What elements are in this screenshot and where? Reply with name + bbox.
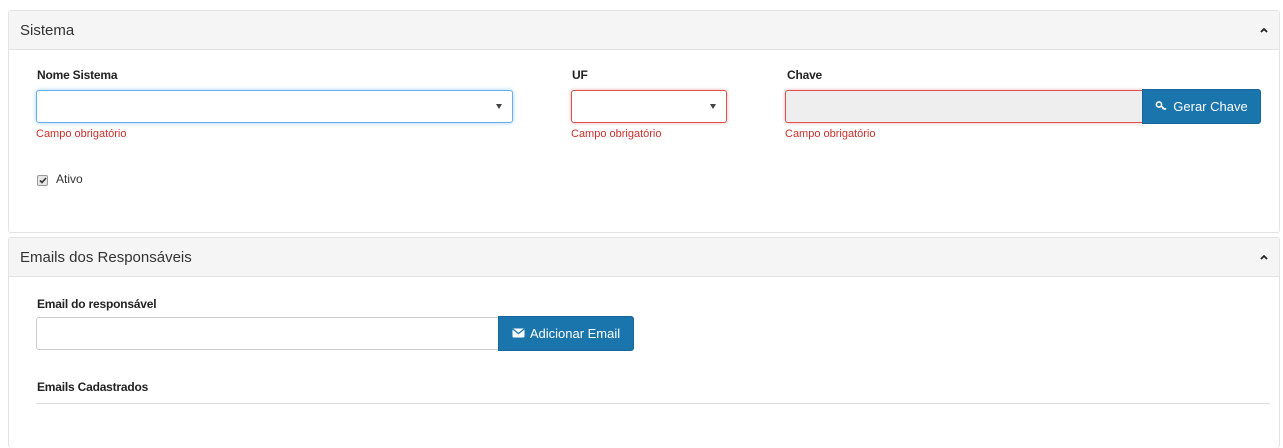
envelope-icon — [512, 326, 525, 341]
emails-panel-heading[interactable]: Emails dos Responsáveis — [9, 238, 1279, 277]
ativo-label: Ativo — [56, 172, 83, 186]
chave-label: Chave — [787, 68, 823, 82]
nome-sistema-error: Campo obrigatório — [36, 128, 127, 140]
sistema-panel-heading[interactable]: Sistema — [9, 11, 1279, 50]
dropdown-caret-icon — [496, 104, 502, 109]
adicionar-email-button[interactable]: Adicionar Email — [498, 316, 634, 351]
key-icon — [1155, 99, 1168, 114]
uf-error: Campo obrigatório — [571, 128, 662, 140]
sistema-panel-title: Sistema — [20, 21, 75, 39]
dropdown-caret-icon — [710, 104, 716, 109]
emails-cadastrados-label: Emails Cadastrados — [37, 380, 149, 394]
gerar-chave-label: Gerar Chave — [1173, 99, 1248, 114]
emails-panel-title: Emails dos Responsáveis — [20, 248, 192, 266]
uf-select[interactable] — [571, 90, 727, 123]
checkmark-icon — [38, 177, 47, 184]
emails-cadastrados-divider — [36, 403, 1270, 404]
ativo-checkbox[interactable] — [37, 175, 48, 186]
adicionar-email-label: Adicionar Email — [529, 326, 621, 341]
uf-label: UF — [572, 68, 588, 82]
chevron-up-icon[interactable] — [1257, 23, 1271, 37]
email-responsavel-label: Email do responsável — [37, 297, 157, 311]
chave-input[interactable] — [785, 90, 1143, 123]
chevron-up-icon[interactable] — [1257, 250, 1271, 264]
gerar-chave-button[interactable]: Gerar Chave — [1142, 89, 1261, 124]
nome-sistema-label: Nome Sistema — [37, 68, 118, 82]
chave-error: Campo obrigatório — [785, 128, 876, 140]
email-responsavel-input[interactable] — [36, 317, 499, 350]
nome-sistema-select[interactable] — [36, 90, 513, 123]
